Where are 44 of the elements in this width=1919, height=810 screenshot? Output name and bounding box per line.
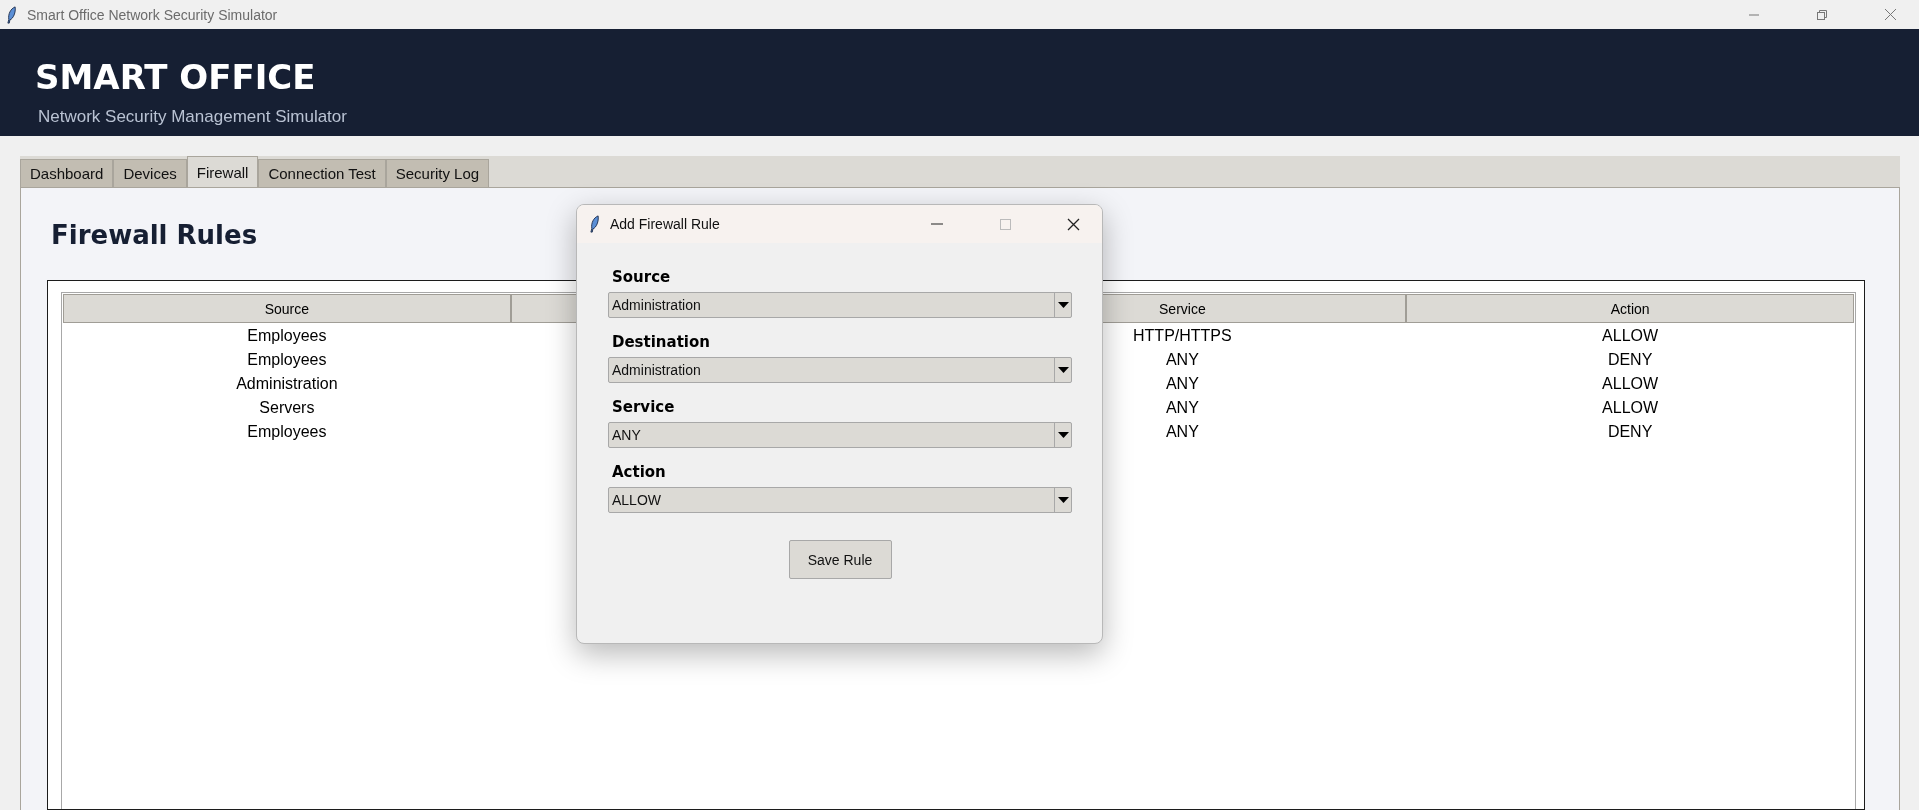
table-cell: ALLOW (1602, 327, 1659, 345)
table-cell: Administration (236, 375, 338, 393)
dropdown-field[interactable]: Administration (608, 292, 1072, 318)
dropdown-field[interactable]: ALLOW (608, 487, 1072, 513)
table-cell: Employees (247, 327, 327, 345)
field-label: Service (612, 398, 675, 416)
table-cell: ALLOW (1602, 375, 1659, 393)
table-cell: ANY (1165, 423, 1199, 441)
restore-icon[interactable] (1816, 8, 1828, 21)
page-heading: Firewall Rules (51, 220, 258, 250)
table-cell: Employees (247, 423, 327, 441)
table-cell: DENY (1607, 351, 1653, 369)
caret-icon (1057, 497, 1069, 503)
tab[interactable]: Devices (113, 159, 187, 187)
feather-icon (6, 5, 17, 24)
caret-icon (1057, 367, 1069, 373)
column-header[interactable]: Source (63, 294, 511, 323)
app-subtitle: Network Security Management Simulator (38, 107, 347, 127)
table-cell: ANY (1165, 351, 1199, 369)
window-title: Smart Office Network Security Simulator (27, 6, 278, 23)
tab[interactable]: Connection Test (258, 159, 386, 187)
field-label: Source (612, 268, 671, 286)
tab[interactable]: Dashboard (20, 159, 114, 187)
tab[interactable]: Security Log (385, 159, 490, 187)
caret-icon (1057, 302, 1069, 308)
app-title: SMART OFFICE (35, 57, 316, 97)
table-cell: ANY (1165, 399, 1199, 417)
table-cell: Servers (259, 399, 315, 417)
table-cell: DENY (1607, 423, 1653, 441)
field-label: Destination (612, 333, 710, 351)
feather-icon (589, 215, 600, 233)
save-rule-button[interactable]: Save Rule (788, 540, 892, 579)
table-cell: ANY (1165, 375, 1199, 393)
caret-icon (1057, 432, 1069, 438)
table-cell: ALLOW (1602, 399, 1659, 417)
table-cell: Employees (247, 351, 327, 369)
table-cell: HTTP/HTTPS (1133, 327, 1232, 345)
dialog-title: Add Firewall Rule (610, 216, 720, 232)
close-icon[interactable] (1066, 217, 1080, 231)
dropdown-field[interactable]: Administration (608, 357, 1072, 383)
column-header[interactable]: Action (1406, 294, 1854, 323)
field-label: Action (612, 463, 666, 481)
tab[interactable]: Firewall (186, 156, 259, 187)
dropdown-field[interactable]: ANY (608, 422, 1072, 448)
